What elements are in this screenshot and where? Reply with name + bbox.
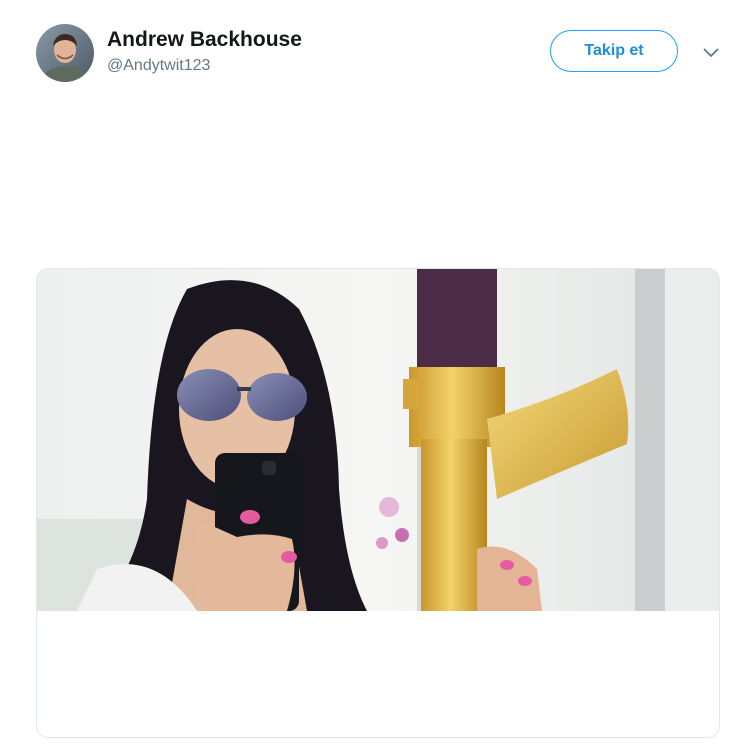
- person-avatar-icon: [36, 24, 94, 82]
- tweet-menu-button[interactable]: [698, 42, 724, 64]
- tweet-header: Andrew Backhouse @Andytwit123 Takip et: [0, 0, 750, 100]
- card-body[interactable]: [37, 611, 719, 737]
- tweet: Andrew Backhouse @Andytwit123 Takip et: [0, 0, 750, 754]
- chevron-down-icon: [703, 48, 719, 57]
- follow-button[interactable]: Takip et: [550, 30, 678, 72]
- author-avatar[interactable]: [36, 24, 94, 82]
- media-card[interactable]: [36, 268, 720, 738]
- photo-media-icon: [37, 269, 719, 611]
- author-names: Andrew Backhouse @Andytwit123: [107, 27, 302, 77]
- card-photo[interactable]: [37, 269, 719, 611]
- author-display-name[interactable]: Andrew Backhouse: [107, 27, 302, 53]
- author-handle[interactable]: @Andytwit123: [107, 55, 302, 77]
